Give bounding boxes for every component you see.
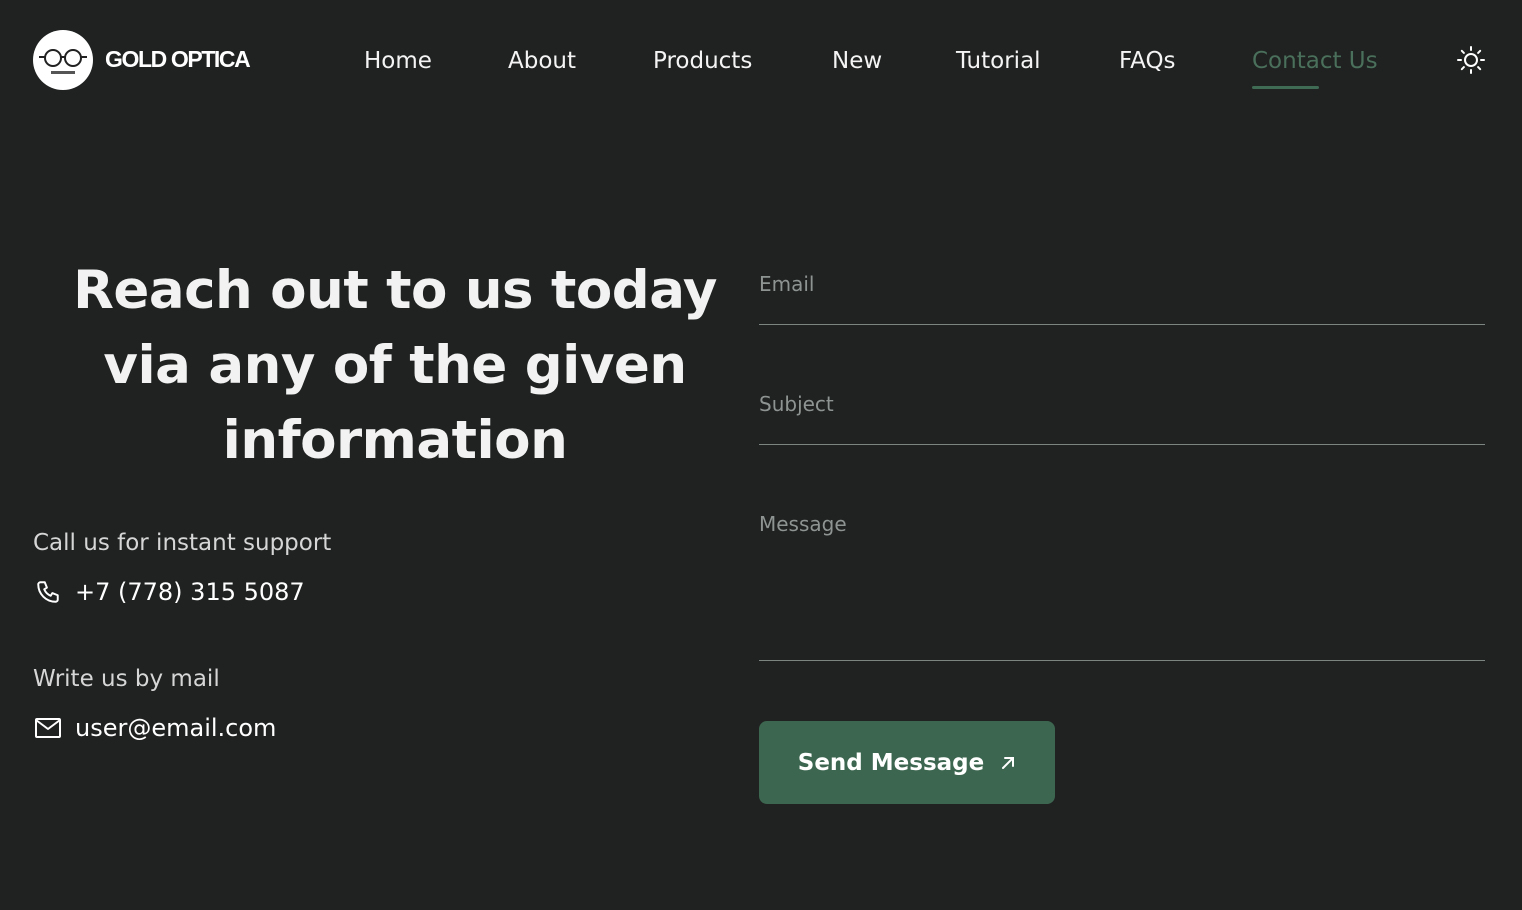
glasses-logo-icon — [39, 49, 87, 74]
nav-item-about[interactable]: About — [508, 44, 576, 78]
email-field[interactable] — [759, 272, 1485, 296]
mail-label: Write us by mail — [33, 666, 220, 692]
nav-item-new[interactable]: New — [832, 44, 882, 78]
headline-line: Reach out to us today — [73, 260, 717, 321]
logo[interactable] — [33, 30, 93, 90]
nav-item-faqs[interactable]: FAQs — [1119, 44, 1176, 78]
send-message-button[interactable]: Send Message — [759, 721, 1055, 804]
subject-field[interactable] — [759, 392, 1485, 416]
message-field-wrapper — [759, 512, 1485, 661]
email-field-wrapper — [759, 272, 1485, 325]
email-address[interactable]: user@email.com — [75, 714, 276, 742]
page-headline: Reach out to us today via any of the giv… — [45, 253, 745, 478]
theme-toggle-button[interactable] — [1455, 44, 1487, 76]
nav-item-contact-us[interactable]: Contact Us — [1252, 44, 1378, 78]
arrow-up-right-icon — [1000, 755, 1016, 771]
headline-line: via any of the given — [103, 335, 687, 396]
subject-field-wrapper — [759, 392, 1485, 445]
phone-number[interactable]: +7 (778) 315 5087 — [75, 578, 305, 606]
message-field[interactable] — [759, 512, 1485, 632]
sun-icon — [1457, 46, 1485, 74]
phone-label: Call us for instant support — [33, 530, 332, 556]
nav-item-tutorial[interactable]: Tutorial — [956, 44, 1041, 78]
mail-row[interactable]: user@email.com — [33, 713, 276, 743]
phone-icon — [33, 577, 63, 607]
active-nav-indicator — [1252, 86, 1319, 89]
headline-line: information — [222, 410, 568, 471]
send-message-label: Send Message — [797, 749, 985, 776]
phone-row[interactable]: +7 (778) 315 5087 — [33, 577, 305, 607]
brand-name[interactable]: GOLD OPTICA — [105, 46, 251, 73]
nav-item-home[interactable]: Home — [364, 44, 432, 78]
mail-icon — [33, 713, 63, 743]
nav-item-products[interactable]: Products — [653, 44, 752, 78]
top-navigation: GOLD OPTICA Home About Products New Tuto… — [0, 0, 1522, 120]
